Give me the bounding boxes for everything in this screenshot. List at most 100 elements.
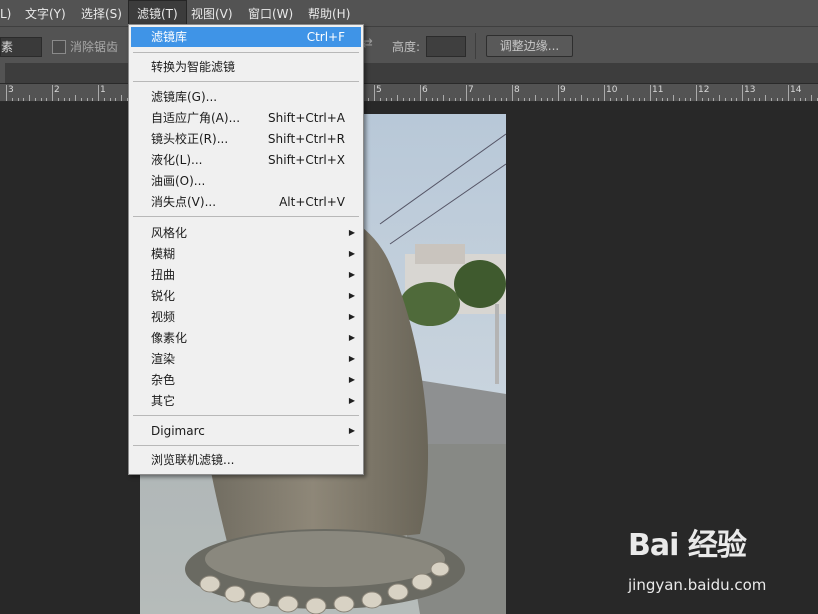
menu-item-filter-gallery[interactable]: 滤镜库(G)... [131, 87, 361, 107]
menu-item-label: 油画(O)... [151, 174, 206, 188]
ruler-tick [368, 98, 369, 101]
menu-item-shortcut: Shift+Ctrl+A [268, 111, 345, 125]
height-input[interactable] [426, 36, 466, 57]
mode-select[interactable]: 素 [0, 37, 42, 57]
ruler-tick [23, 98, 24, 101]
menu-item-sharpen[interactable]: 锐化 ▶ [131, 286, 361, 306]
ruler-tick [397, 95, 398, 101]
menu-item-filter-gallery-last[interactable]: 滤镜库 Ctrl+F [131, 27, 361, 47]
ruler-tick [501, 98, 502, 101]
menu-item-liquify[interactable]: 液化(L)... Shift+Ctrl+X [131, 150, 361, 170]
ruler-tick [529, 98, 530, 101]
submenu-arrow-icon: ▶ [348, 396, 355, 405]
menu-item-label: 自适应广角(A)... [151, 111, 241, 125]
height-label: 高度: [392, 40, 421, 54]
ruler-label: 12 [698, 85, 710, 95]
menu-item-label: 其它 [151, 394, 176, 408]
ruler-tick [478, 98, 479, 101]
ruler-label: 9 [560, 85, 566, 95]
menu-type[interactable]: 文字(Y) [25, 0, 66, 26]
menu-item-shortcut: Shift+Ctrl+R [267, 132, 345, 146]
menu-item-browse-online-filters[interactable]: 浏览联机滤镜... [131, 450, 361, 470]
menu-item-label: 浏览联机滤镜... [151, 453, 235, 467]
menu-help[interactable]: 帮助(H) [308, 0, 350, 26]
ruler-tick [788, 85, 789, 101]
ruler-tick [541, 98, 542, 101]
ruler-tick [593, 98, 594, 101]
ruler-tick [731, 98, 732, 101]
ruler-tick [633, 98, 634, 101]
menu-item-label: 锐化 [151, 289, 176, 303]
menu-item-label: 风格化 [151, 226, 188, 240]
menu-view[interactable]: 视图(V) [191, 0, 233, 26]
ruler-tick [92, 98, 93, 101]
menu-item-video[interactable]: 视频 ▶ [131, 307, 361, 327]
ruler-tick [708, 98, 709, 101]
ruler-label: 10 [606, 85, 618, 95]
menu-divider [133, 445, 359, 446]
ruler-tick [18, 98, 19, 101]
menu-item-noise[interactable]: 杂色 ▶ [131, 370, 361, 390]
menu-item-convert-smart-filter[interactable]: 转换为智能滤镜 [131, 57, 361, 77]
ruler-tick [437, 98, 438, 101]
ruler-tick [748, 98, 749, 101]
antialias-checkbox[interactable] [52, 40, 66, 54]
ruler-tick [570, 98, 571, 101]
ruler-tick [506, 98, 507, 101]
ruler-tick [800, 98, 801, 101]
ruler-tick [621, 98, 622, 101]
menu-layer[interactable]: L) [0, 0, 11, 26]
ruler-tick [69, 98, 70, 101]
ruler-tick [575, 98, 576, 101]
menu-item-distort[interactable]: 扭曲 ▶ [131, 265, 361, 285]
menu-window[interactable]: 窗口(W) [248, 0, 293, 26]
menu-item-other[interactable]: 其它 ▶ [131, 391, 361, 411]
menu-bar: L) 文字(Y) 选择(S) 滤镜(T) 视图(V) 窗口(W) 帮助(H) [0, 0, 818, 26]
ruler-tick [782, 98, 783, 101]
ruler-tick [35, 98, 36, 101]
menu-filter[interactable]: 滤镜(T) [128, 0, 187, 26]
menu-item-stylize[interactable]: 风格化 ▶ [131, 223, 361, 243]
menu-item-label: 转换为智能滤镜 [151, 60, 236, 74]
ruler-tick [512, 85, 513, 101]
ruler-tick [432, 98, 433, 101]
ruler-tick [616, 98, 617, 101]
refine-edge-button[interactable]: 调整边缘... [486, 35, 573, 57]
menu-item-vanishing-point[interactable]: 消失点(V)... Alt+Ctrl+V [131, 192, 361, 212]
document-tab[interactable] [0, 63, 5, 83]
menu-item-shortcut: Ctrl+F [306, 30, 345, 44]
menu-item-lens-correction[interactable]: 镜头校正(R)... Shift+Ctrl+R [131, 129, 361, 149]
menu-select[interactable]: 选择(S) [81, 0, 122, 26]
ruler-tick [81, 98, 82, 101]
ruler-tick [639, 98, 640, 101]
ruler-tick [713, 98, 714, 101]
submenu-arrow-icon: ▶ [348, 333, 355, 342]
ruler-tick [736, 98, 737, 101]
menu-divider [133, 81, 359, 82]
ruler-tick [518, 98, 519, 101]
ruler-tick [794, 98, 795, 101]
menu-divider [133, 415, 359, 416]
ruler-tick [558, 85, 559, 101]
ruler-tick [662, 98, 663, 101]
menu-item-oil-paint[interactable]: 油画(O)... [131, 171, 361, 191]
menu-item-label: Digimarc [151, 424, 205, 438]
ruler-tick [121, 95, 122, 101]
menu-item-blur[interactable]: 模糊 ▶ [131, 244, 361, 264]
ruler-tick [426, 98, 427, 101]
ruler-tick [547, 98, 548, 101]
menu-item-pixelate[interactable]: 像素化 ▶ [131, 328, 361, 348]
ruler-tick [460, 98, 461, 101]
submenu-arrow-icon: ▶ [348, 249, 355, 258]
ruler-tick [805, 98, 806, 101]
menu-item-shortcut: Alt+Ctrl+V [279, 195, 345, 209]
menu-divider [133, 52, 359, 53]
ruler-tick [414, 98, 415, 101]
menu-item-render[interactable]: 渲染 ▶ [131, 349, 361, 369]
menu-item-adaptive-wide-angle[interactable]: 自适应广角(A)... Shift+Ctrl+A [131, 108, 361, 128]
menu-item-label: 模糊 [151, 247, 176, 261]
menu-item-digimarc[interactable]: Digimarc ▶ [131, 421, 361, 441]
ruler-tick [29, 95, 30, 101]
ruler-label: 6 [422, 85, 428, 95]
ruler-tick [552, 98, 553, 101]
